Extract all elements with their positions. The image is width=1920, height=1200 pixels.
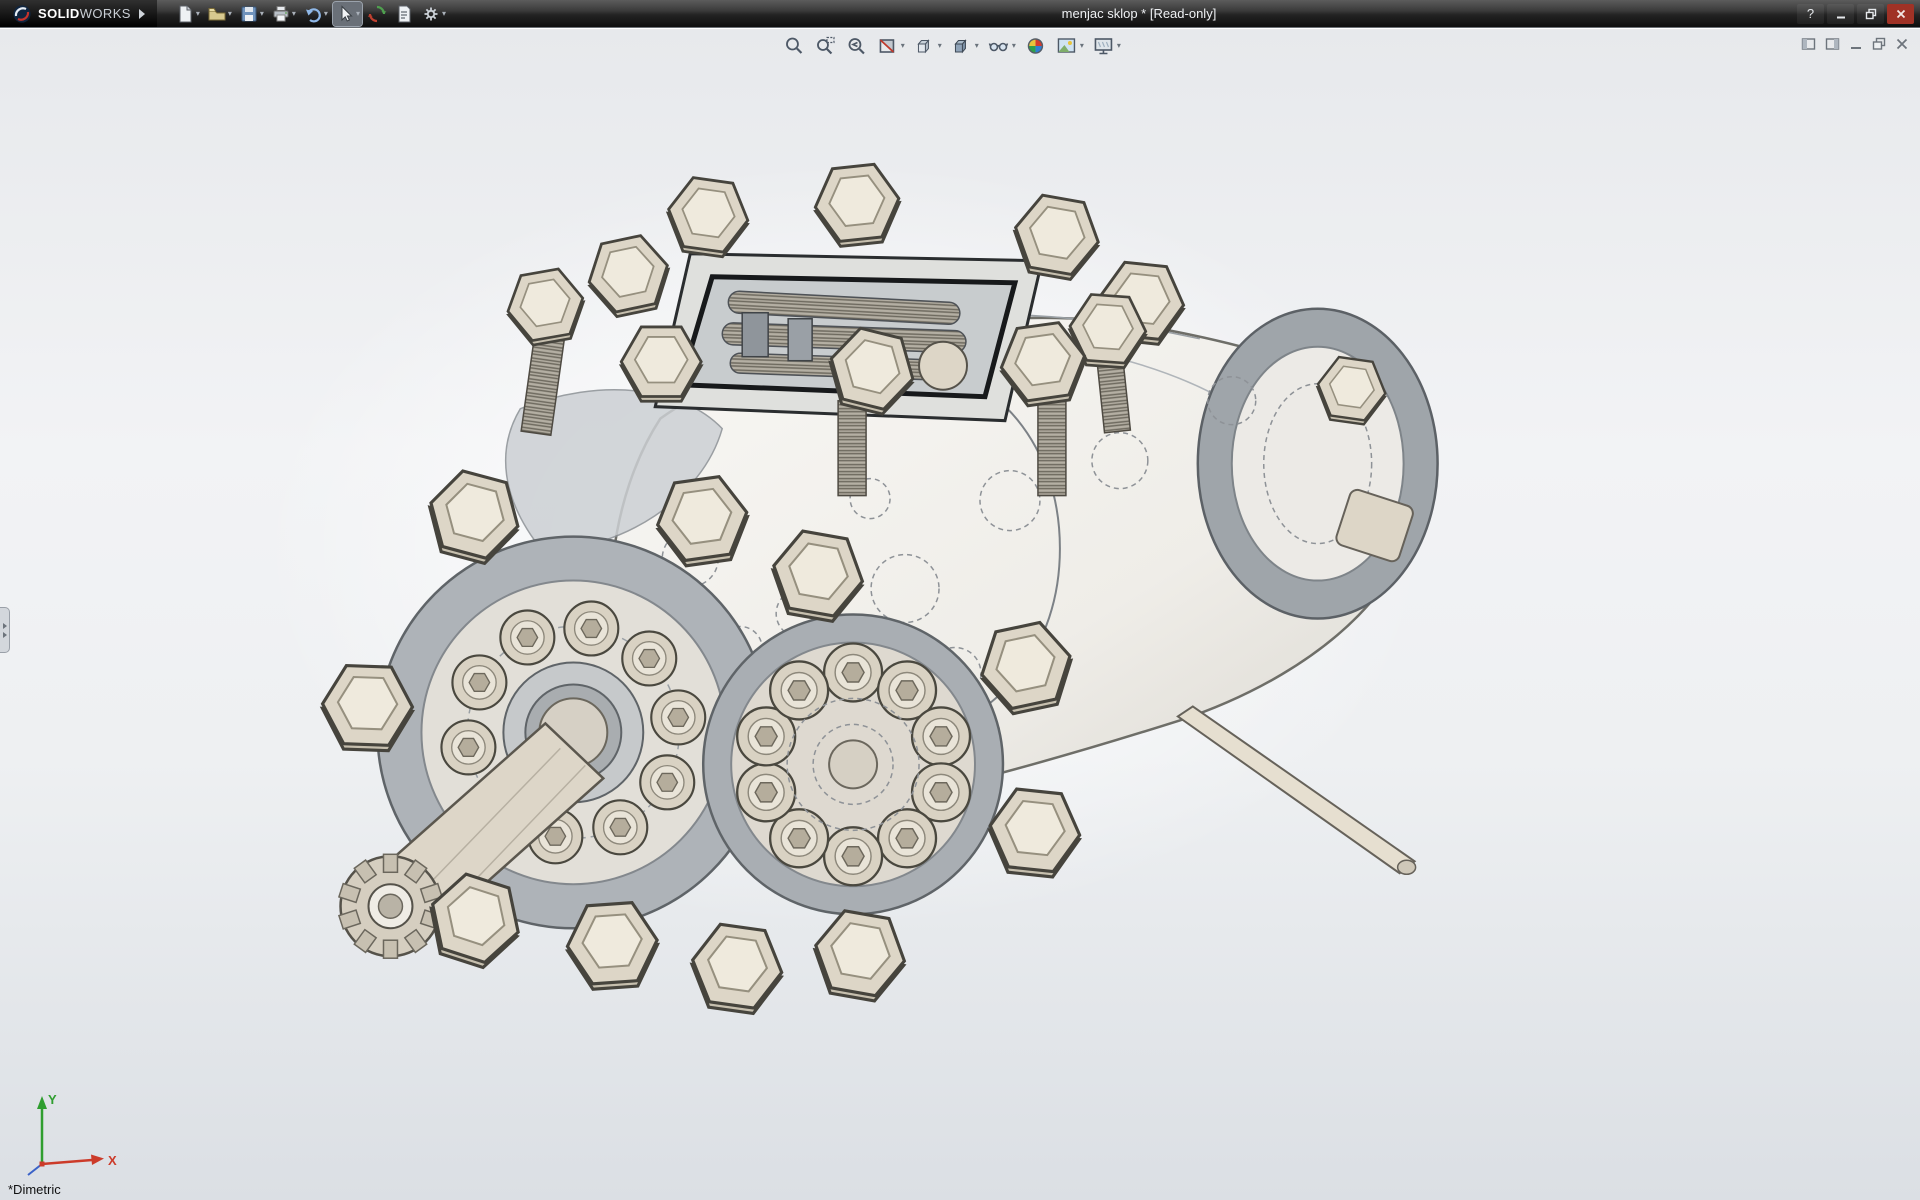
flyout-arrow-icon xyxy=(3,623,7,629)
dropdown-arrow-icon[interactable]: ▾ xyxy=(356,10,360,18)
minimize-icon xyxy=(1835,8,1847,20)
ds-3ds-logo-icon xyxy=(12,4,32,24)
triad-y-label: Y xyxy=(48,1092,57,1107)
undo-button[interactable]: ▾ xyxy=(301,2,330,26)
dropdown-arrow-icon[interactable]: ▾ xyxy=(196,10,200,18)
dropdown-arrow-icon[interactable]: ▾ xyxy=(324,10,328,18)
window-controls: ? xyxy=(1797,4,1920,24)
open-folder-icon xyxy=(207,4,227,24)
print-button[interactable]: ▾ xyxy=(269,2,298,26)
options-button[interactable]: ▾ xyxy=(419,2,448,26)
file-properties-icon xyxy=(394,4,414,24)
file-properties-button[interactable] xyxy=(392,2,416,26)
options-gear-icon xyxy=(421,4,441,24)
app-window: SOLIDWORKS ▾ ▾ xyxy=(0,0,1920,1200)
close-icon xyxy=(1895,8,1907,20)
brand-text: SOLIDWORKS xyxy=(38,6,131,21)
close-window-button[interactable] xyxy=(1887,4,1914,24)
graphics-area[interactable]: ▾ ▾ ▾ xyxy=(0,29,1920,1200)
bearing-ring xyxy=(1198,309,1438,619)
new-document-button[interactable]: ▾ xyxy=(173,2,202,26)
dropdown-arrow-icon[interactable]: ▾ xyxy=(228,10,232,18)
new-document-icon xyxy=(175,4,195,24)
solidworks-logo: SOLIDWORKS xyxy=(0,0,157,27)
view-orientation-label: *Dimetric xyxy=(8,1182,61,1197)
flyout-arrow-icon xyxy=(3,632,7,638)
window-title: menjac sklop * [Read-only] xyxy=(1062,6,1217,21)
save-icon xyxy=(239,4,259,24)
triad-x-label: X xyxy=(108,1153,117,1168)
brand-light: WORKS xyxy=(80,6,131,21)
minimize-window-button[interactable] xyxy=(1827,4,1854,24)
print-icon xyxy=(271,4,291,24)
select-button[interactable]: ▾ xyxy=(333,2,362,26)
rebuild-icon xyxy=(367,4,387,24)
quick-access-toolbar: ▾ ▾ ▾ xyxy=(173,2,448,26)
open-button[interactable]: ▾ xyxy=(205,2,234,26)
rebuild-button[interactable] xyxy=(365,2,389,26)
titlebar: SOLIDWORKS ▾ ▾ xyxy=(0,0,1920,28)
output-rod xyxy=(1178,706,1416,874)
dropdown-arrow-icon[interactable]: ▾ xyxy=(442,10,446,18)
right-flange xyxy=(703,615,1003,915)
gearbox-3d-model[interactable] xyxy=(0,29,1920,1200)
featuremanager-flyout-tab[interactable] xyxy=(0,607,10,653)
dropdown-arrow-icon[interactable]: ▾ xyxy=(292,10,296,18)
brand-bold: SOLID xyxy=(38,6,80,21)
restore-window-button[interactable] xyxy=(1857,4,1884,24)
save-button[interactable]: ▾ xyxy=(237,2,266,26)
dropdown-arrow-icon[interactable]: ▾ xyxy=(260,10,264,18)
restore-icon xyxy=(1865,8,1877,20)
help-button[interactable]: ? xyxy=(1797,4,1824,24)
logo-separator-arrow-icon xyxy=(139,9,145,19)
select-arrow-icon xyxy=(335,4,355,24)
reference-triad: Y X xyxy=(8,1086,128,1178)
undo-icon xyxy=(303,4,323,24)
